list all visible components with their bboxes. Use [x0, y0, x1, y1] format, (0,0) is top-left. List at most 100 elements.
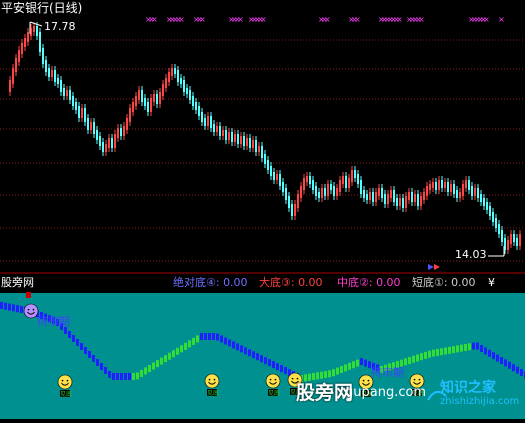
- candle-body: [228, 132, 230, 140]
- signal-mark: ×: [324, 15, 331, 24]
- indicator-band-segment: [272, 361, 275, 369]
- candle-body: [231, 132, 233, 142]
- candle-body: [45, 60, 47, 72]
- candle-body: [243, 136, 245, 146]
- signal-mark: ×: [151, 15, 158, 24]
- indicator-band-segment: [16, 305, 19, 313]
- indicator-band-segment: [228, 339, 231, 347]
- candle-body: [321, 188, 323, 198]
- signal-mark: ×: [178, 15, 185, 24]
- candle-body: [27, 32, 29, 42]
- candle-body: [39, 32, 41, 52]
- indicator-band-segment: [80, 343, 83, 350]
- candle-body: [177, 70, 179, 82]
- high-price-label: 17.78: [44, 20, 76, 33]
- indicator-band-segment: [108, 371, 111, 378]
- indicator-band-segment: [424, 351, 427, 359]
- indicator-band-segment: [260, 355, 263, 363]
- indicator-band-segment: [456, 345, 459, 353]
- indicator-band-segment: [212, 333, 215, 340]
- candle-body: [117, 128, 119, 138]
- smiley-purple-icon: [23, 303, 39, 319]
- candle-body: [153, 94, 155, 102]
- smiley-yellow-icon-eye: [362, 379, 365, 382]
- indicator-band-segment: [196, 335, 199, 343]
- candle-body: [165, 78, 167, 88]
- indicator-band-segment: [148, 365, 151, 372]
- candle-body: [258, 146, 260, 152]
- candle-body: [111, 138, 113, 148]
- candle-body: [144, 98, 146, 106]
- candle-body: [375, 192, 377, 202]
- indicator-band-segment: [280, 365, 283, 373]
- chart-canvas[interactable]: ××× ××××× ××× ×××× ××××× ××× ××× ××××××× ××××× ××…: [0, 0, 525, 419]
- candle-body: [465, 180, 467, 188]
- candle-body: [246, 138, 248, 146]
- indicator-band-segment: [120, 373, 123, 380]
- indicator-band-segment: [352, 361, 355, 369]
- candle-body: [33, 26, 35, 32]
- indicator-band-segment: [180, 345, 183, 353]
- candle-body: [132, 102, 134, 112]
- indicator-band-segment: [344, 364, 347, 372]
- candle-body: [471, 186, 473, 196]
- indicator-band-segment: [444, 347, 447, 355]
- candle-body: [171, 68, 173, 76]
- candle-body: [318, 192, 320, 198]
- stock-chart-window: × × × × × × × × × × × × × × × × × × × × × × × × × × × × × × × × × × × × × × × ×…: [0, 0, 525, 419]
- candle-body: [261, 146, 263, 158]
- candle-body: [330, 184, 332, 190]
- candle-body: [495, 218, 497, 228]
- candle-body: [333, 186, 335, 196]
- indicator-band-segment: [324, 371, 327, 378]
- smiley-yellow-icon: [204, 373, 220, 389]
- smiley-yellow-icon-eye: [269, 378, 272, 381]
- candle-body: [168, 72, 170, 82]
- candle-body: [435, 182, 437, 190]
- candle-body: [123, 126, 125, 136]
- yen-icon[interactable]: ¥: [488, 275, 495, 291]
- candle-body: [489, 206, 491, 216]
- indicator-band-segment: [164, 355, 167, 363]
- indicator-band-segment: [516, 366, 519, 374]
- candle-body: [336, 188, 338, 196]
- indicator-band-segment: [216, 333, 219, 341]
- indicator-band-segment: [460, 344, 463, 352]
- indicator-band-segment: [472, 342, 475, 350]
- candle-body: [252, 140, 254, 148]
- candle-body: [408, 192, 410, 200]
- candle-body: [216, 126, 218, 132]
- candle-body: [267, 160, 269, 170]
- smiley-yellow-icon-eye: [274, 378, 277, 381]
- indicator-band-segment: [360, 358, 363, 365]
- candle-body: [69, 90, 71, 100]
- indicator-band-segment: [332, 369, 335, 377]
- marker-icon: [434, 264, 440, 270]
- indicator-band-segment: [500, 357, 503, 364]
- candle-body: [384, 194, 386, 204]
- candle-body: [438, 180, 440, 190]
- indicator-band-segment: [276, 363, 279, 371]
- candle-body: [447, 182, 449, 192]
- candle-body: [393, 190, 395, 202]
- indicator-band-segment: [84, 347, 87, 354]
- candle-body: [162, 84, 164, 96]
- candle-body: [486, 202, 488, 210]
- candle-body: [189, 90, 191, 100]
- indicator-band-segment: [144, 367, 147, 375]
- zone-label: 待市期: [371, 366, 404, 379]
- candle-body: [402, 198, 404, 208]
- indicator-band-segment: [76, 339, 79, 346]
- smiley-purple-icon-eye: [32, 308, 35, 311]
- candle-body: [48, 68, 50, 77]
- indicator-band-segment: [0, 302, 3, 309]
- candle-body: [324, 188, 326, 196]
- signal-mark: ×: [354, 15, 361, 24]
- candle-body: [159, 92, 161, 104]
- candle-body: [249, 138, 251, 148]
- candle-body: [120, 128, 122, 136]
- indicator-band-segment: [200, 333, 203, 340]
- candle-body: [327, 184, 329, 196]
- candle-body: [345, 176, 347, 188]
- indicator-band-segment: [140, 369, 143, 377]
